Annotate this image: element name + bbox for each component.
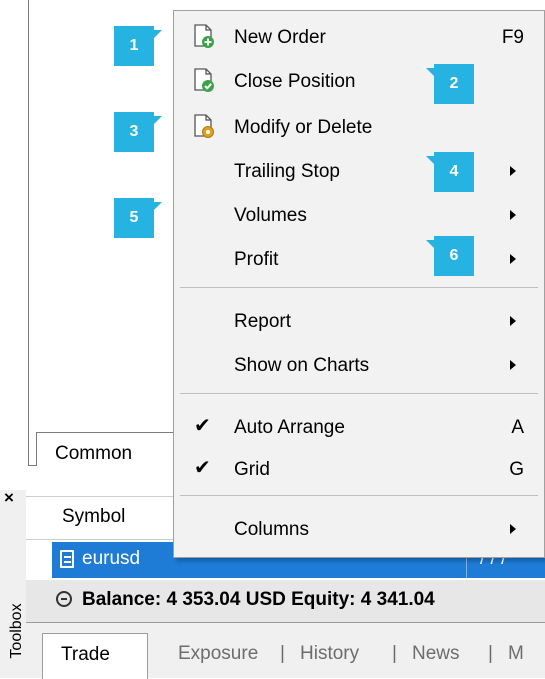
toolbox-tabs: Trade Exposure | History | News | M	[26, 622, 545, 679]
callout-2: 2	[426, 64, 474, 104]
balance-summary: Balance: 4 353.04 USD Equity: 4 341.04	[82, 589, 435, 610]
close-position-icon	[194, 68, 214, 92]
toolbox-title: Toolbox	[8, 603, 25, 659]
menu-item-label: Columns	[234, 519, 309, 540]
menu-separator	[180, 287, 538, 288]
menu-item-trailing-stop[interactable]: Trailing Stop	[174, 149, 545, 193]
tab-history[interactable]: History	[300, 643, 359, 665]
tab-separator: |	[392, 643, 397, 664]
menu-item-label: Trailing Stop	[234, 161, 340, 182]
modify-delete-icon	[194, 114, 214, 138]
new-order-icon	[194, 24, 214, 48]
menu-item-shortcut: F9	[501, 27, 524, 48]
submenu-arrow-icon	[510, 316, 516, 326]
menu-item-report[interactable]: Report	[174, 299, 545, 343]
document-icon	[60, 550, 74, 568]
balance-row[interactable]: Balance: 4 353.04 USD Equity: 4 341.04	[26, 580, 545, 622]
tab-news[interactable]: News	[412, 643, 460, 665]
submenu-arrow-icon	[510, 254, 516, 264]
menu-item-label: Close Position	[234, 71, 356, 92]
collapse-circle-icon[interactable]	[56, 591, 72, 607]
callout-3: 3	[114, 112, 162, 152]
tab-trade[interactable]: Trade	[42, 633, 148, 679]
menu-item-show-on-charts[interactable]: Show on Charts	[174, 343, 545, 387]
submenu-arrow-icon	[510, 524, 516, 534]
checkmark-icon: ✔	[194, 415, 211, 437]
callout-6: 6	[426, 236, 474, 276]
menu-item-close-position[interactable]: Close Position	[174, 59, 545, 103]
menu-item-label: Show on Charts	[234, 355, 370, 376]
menu-item-label: Profit	[234, 249, 279, 270]
checkmark-icon: ✔	[194, 457, 211, 479]
submenu-arrow-icon	[510, 166, 516, 176]
tab-exposure[interactable]: Exposure	[178, 643, 258, 665]
menu-item-auto-arrange[interactable]: ✔ Auto Arrange A	[174, 405, 545, 449]
row-symbol: eurusd	[82, 548, 141, 569]
callout-4: 4	[426, 152, 474, 192]
callout-1: 1	[114, 26, 162, 66]
menu-item-profit[interactable]: Profit	[174, 237, 545, 281]
column-header-symbol[interactable]: Symbol	[62, 506, 125, 528]
menu-item-label: Modify or Delete	[234, 117, 373, 138]
menu-item-grid[interactable]: ✔ Grid G	[174, 447, 545, 491]
submenu-arrow-icon	[510, 210, 516, 220]
tab-separator: |	[488, 643, 493, 664]
toolbox-close-icon[interactable]: ×	[4, 488, 14, 508]
menu-item-volumes[interactable]: Volumes	[174, 193, 545, 237]
tab-common[interactable]: Common	[36, 432, 176, 466]
context-menu: New Order F9 Close Position Modify or De…	[173, 10, 545, 558]
menu-item-label: Report	[234, 311, 292, 332]
menu-separator	[180, 495, 538, 496]
callout-5: 5	[114, 198, 162, 238]
menu-item-columns[interactable]: Columns	[174, 507, 545, 551]
menu-item-shortcut: A	[511, 417, 524, 438]
tab-more[interactable]: M	[508, 643, 524, 665]
menu-separator	[180, 393, 538, 394]
menu-item-modify-delete[interactable]: Modify or Delete	[174, 105, 545, 149]
menu-item-label: New Order	[234, 27, 326, 48]
submenu-arrow-icon	[510, 360, 516, 370]
tab-separator: |	[280, 643, 285, 664]
menu-item-shortcut: G	[509, 459, 524, 480]
menu-item-label: Auto Arrange	[234, 417, 345, 438]
menu-item-label: Grid	[234, 459, 270, 480]
menu-item-new-order[interactable]: New Order F9	[174, 15, 545, 59]
menu-item-label: Volumes	[234, 205, 307, 226]
